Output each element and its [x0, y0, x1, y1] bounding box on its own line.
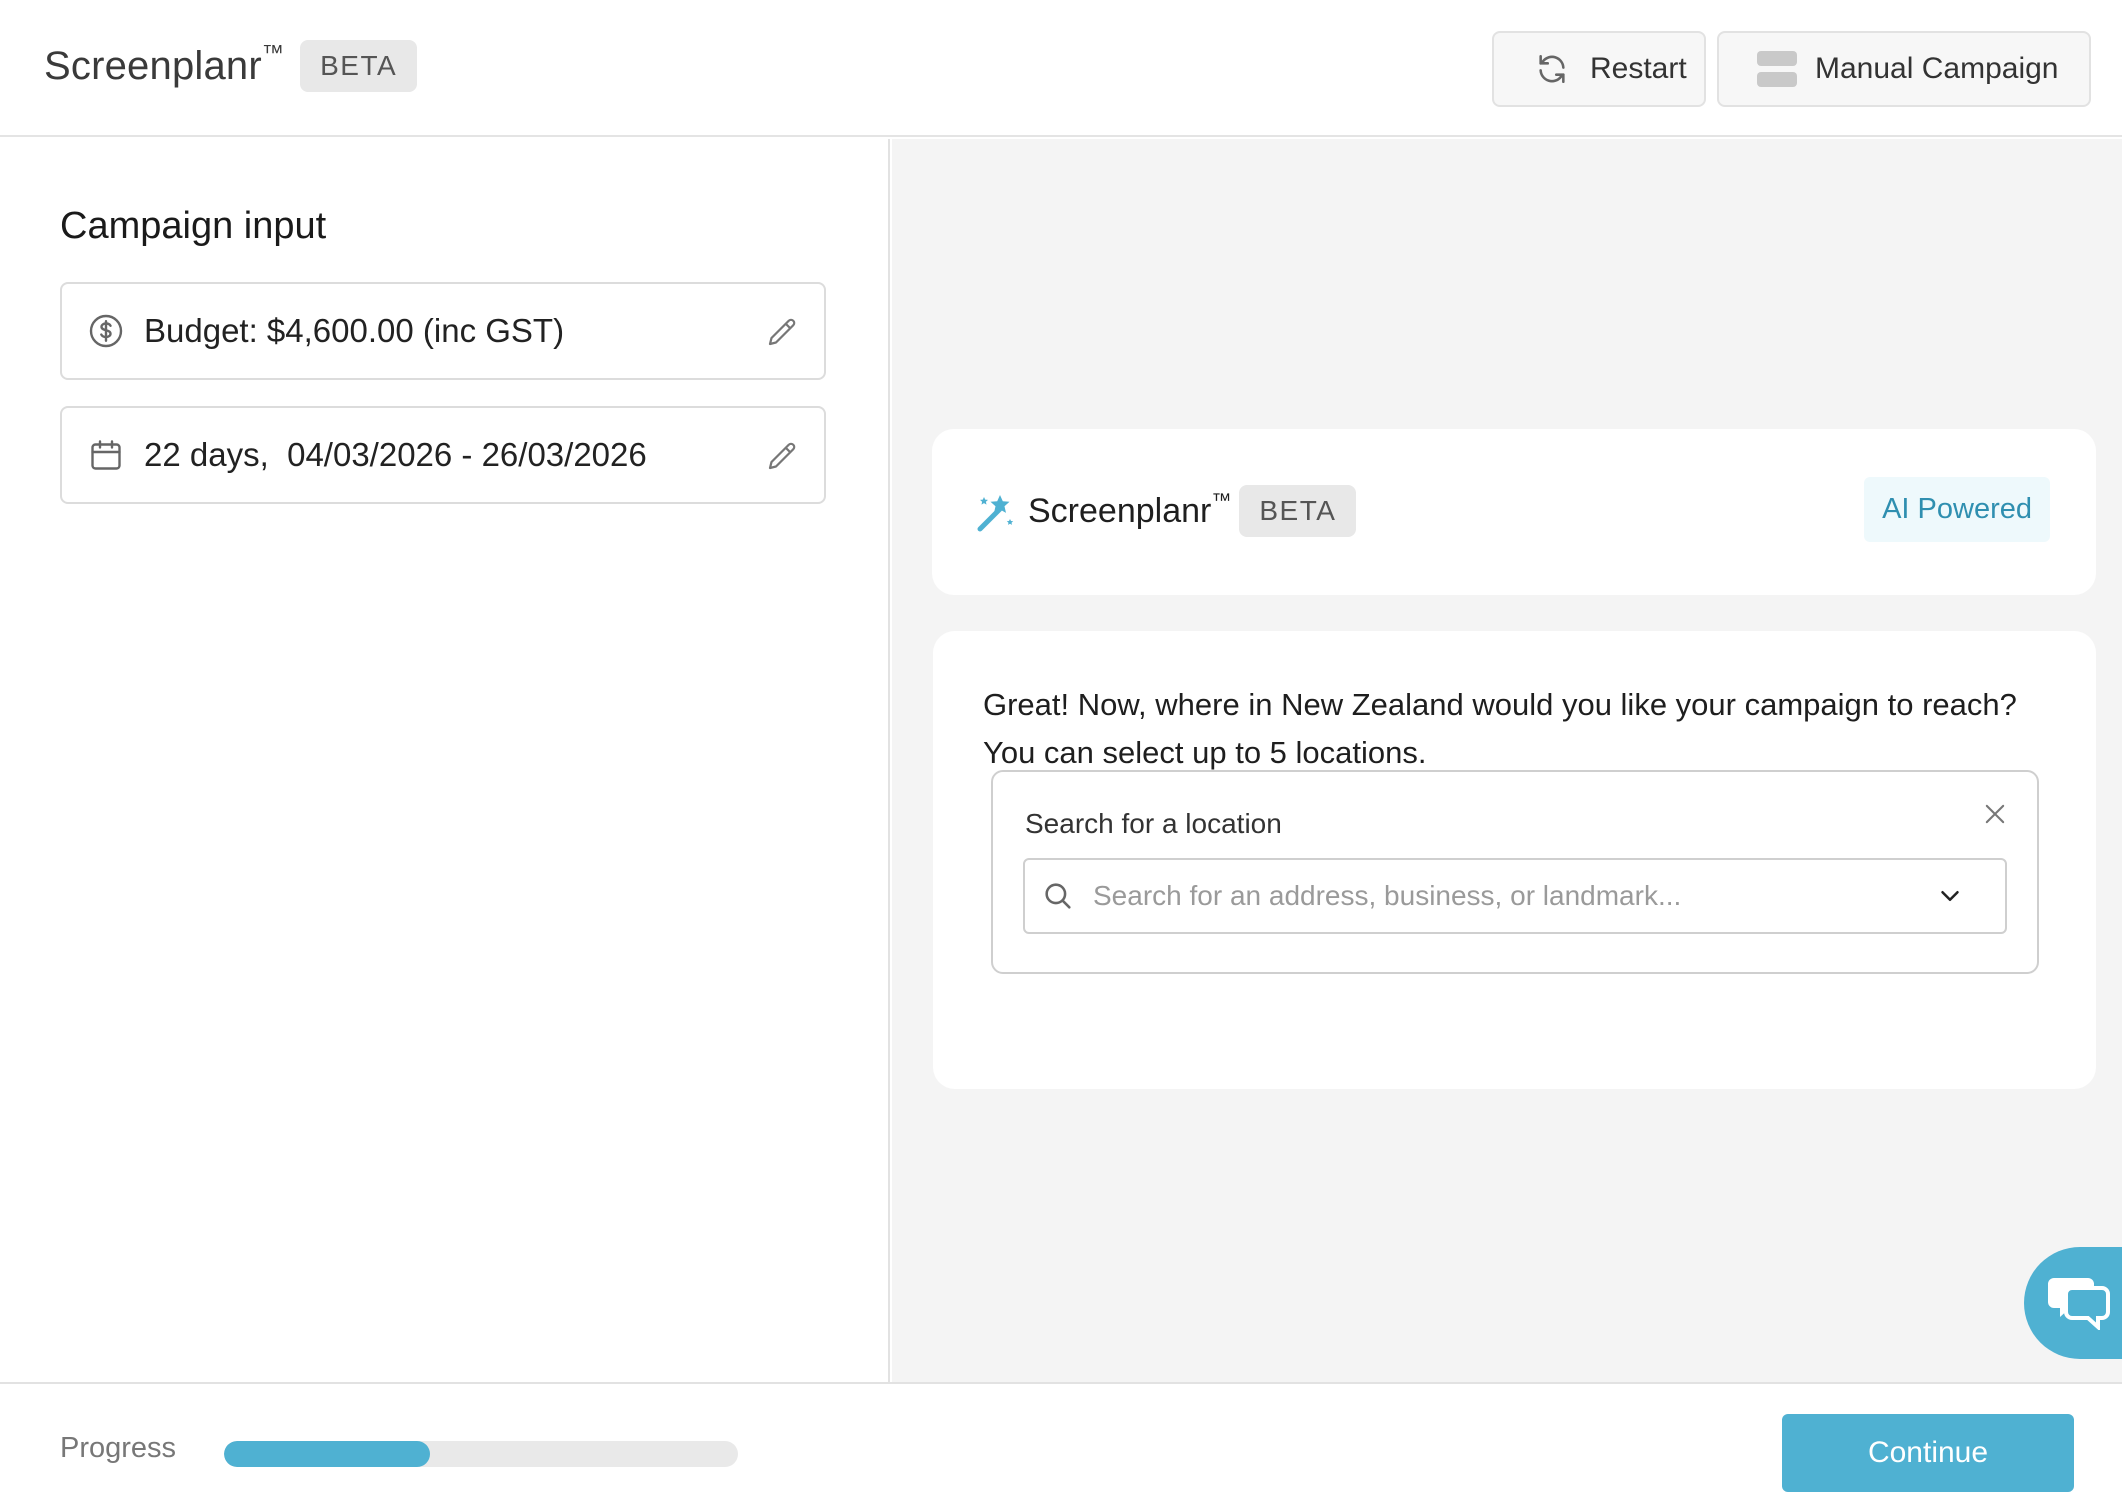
budget-card[interactable]: Budget: $4,600.00 (inc GST)	[60, 282, 826, 380]
assistant-beta-badge: BETA	[1239, 485, 1357, 537]
brand: Screenplanr™ BETA	[44, 40, 418, 92]
manual-campaign-label: Manual Campaign	[1815, 52, 2059, 85]
manual-campaign-button[interactable]: Manual Campaign	[1717, 31, 2091, 107]
budget-text: Budget: $4,600.00 (inc GST)	[144, 312, 565, 349]
calendar-icon	[88, 437, 124, 473]
campaign-input-panel: Campaign input Budget: $4,600.00 (inc GS…	[0, 139, 890, 1382]
progress-fill	[224, 1441, 430, 1467]
layout-icon	[1757, 51, 1797, 87]
assistant-header-card: Screenplanr™ BETA AI Powered	[932, 429, 2096, 595]
brand-name-text: Screenplanr	[44, 43, 262, 88]
trademark-symbol: ™	[261, 39, 285, 65]
magic-wand-icon	[976, 489, 1016, 533]
ai-powered-badge: AI Powered	[1864, 477, 2050, 542]
dates-card[interactable]: 22 days, 04/03/2026 - 26/03/2026	[60, 406, 826, 504]
assistant-message-card: Great! Now, where in New Zealand would y…	[933, 631, 2096, 1089]
beta-badge: BETA	[300, 40, 418, 92]
progress-bar	[224, 1441, 738, 1467]
restart-label: Restart	[1590, 52, 1687, 85]
dollar-circle-icon	[88, 313, 124, 349]
app-header: Screenplanr™ BETA Restart Manual Campaig…	[0, 0, 2122, 137]
brand-name: Screenplanr™	[44, 40, 284, 89]
continue-button[interactable]: Continue	[1782, 1414, 2074, 1492]
chat-bubbles-icon	[2048, 1272, 2112, 1335]
dates-text: 22 days, 04/03/2026 - 26/03/2026	[144, 436, 647, 473]
assistant-brand-name-text: Screenplanr	[1028, 491, 1212, 530]
progress-label: Progress	[60, 1432, 177, 1464]
chat-support-button[interactable]	[2024, 1247, 2122, 1359]
app-footer: Progress Continue	[0, 1382, 2122, 1506]
chevron-down-icon[interactable]	[1935, 881, 1965, 911]
assistant-panel: Screenplanr™ BETA AI Powered Great! Now,…	[892, 139, 2122, 1382]
assistant-brand-name: Screenplanr™	[1028, 489, 1232, 531]
assistant-trademark-symbol: ™	[1211, 489, 1232, 512]
edit-budget-icon[interactable]	[764, 314, 800, 350]
location-search-box: Search for a location	[991, 770, 2039, 974]
close-icon[interactable]	[1981, 800, 2009, 828]
refresh-icon	[1534, 51, 1570, 87]
edit-dates-icon[interactable]	[764, 438, 800, 474]
search-label: Search for a location	[1025, 808, 1282, 839]
location-search-field[interactable]	[1023, 858, 2007, 934]
restart-button[interactable]: Restart	[1492, 31, 1706, 107]
assistant-brand: Screenplanr™ BETA	[976, 485, 1357, 537]
section-title: Campaign input	[60, 205, 327, 247]
search-icon	[1041, 879, 1075, 913]
assistant-message: Great! Now, where in New Zealand would y…	[983, 687, 2017, 770]
location-search-input[interactable]	[1093, 880, 1935, 912]
